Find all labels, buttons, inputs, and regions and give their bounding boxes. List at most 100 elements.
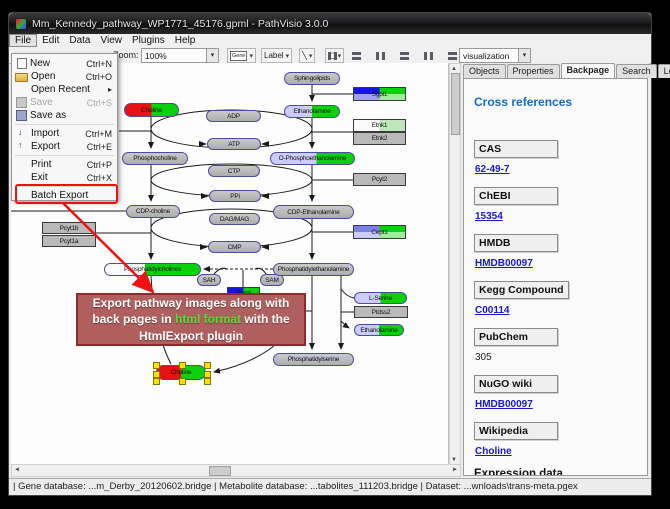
pathway-node-pcyt1a[interactable]: Pcyt1a <box>42 235 96 247</box>
selection-handle[interactable] <box>204 371 211 378</box>
scroll-left-icon[interactable]: ◄ <box>14 465 20 475</box>
menu-item-label: Open Recent <box>31 84 108 95</box>
chevron-down-icon[interactable]: ▾ <box>206 49 218 62</box>
pathway-node-ppi[interactable]: PPi <box>209 190 261 202</box>
pathway-node-cept1[interactable]: Cept1 <box>353 225 406 239</box>
distribute-horizontal-icon[interactable] <box>372 49 390 63</box>
chevron-down-icon[interactable]: ▾ <box>286 52 290 60</box>
pathway-node-pcyt1b[interactable]: Pcyt1b <box>42 222 96 234</box>
save-as-icon <box>16 110 27 121</box>
pathway-node-cmp[interactable]: CMP <box>208 241 261 253</box>
file-menu-item-import[interactable]: ImportCtrl+M <box>12 127 117 140</box>
pathway-node-ptdss2[interactable]: Ptdss2 <box>354 306 408 318</box>
file-menu-item-new[interactable]: NewCtrl+N <box>12 57 117 70</box>
common-width-icon[interactable] <box>420 49 438 63</box>
pathway-node-etnk1[interactable]: Etnk1 <box>353 119 406 132</box>
pathway-node-ethanolamine[interactable]: Ethanolamine <box>354 324 404 336</box>
menu-item-label: New <box>30 58 86 69</box>
line-icon: ╲ <box>302 51 307 60</box>
title-bar[interactable]: Mm_Kennedy_pathway_WP1771_45176.gpml - P… <box>9 13 651 34</box>
cross-reference-list: CAS62-49-7ChEBI15354HMDBHMDB00097Kegg Co… <box>464 139 647 457</box>
selection-handle[interactable] <box>179 378 186 385</box>
pathway-node-l-serine[interactable]: L-Serine <box>354 292 407 304</box>
distribute-vertical-icon[interactable] <box>396 49 414 63</box>
tab-legend[interactable]: Legend <box>658 64 670 78</box>
menu-shortcut: Ctrl+X <box>87 173 112 183</box>
pathway-node-choline[interactable]: Choline <box>124 103 179 117</box>
selection-handle[interactable] <box>204 378 211 385</box>
file-menu-item-save-as[interactable]: Save as <box>12 109 117 122</box>
menu-plugins[interactable]: Plugins <box>127 35 170 47</box>
annotation-callout: Export pathway images along with back pa… <box>76 293 306 346</box>
pathway-node-ctp[interactable]: CTP <box>208 165 260 177</box>
blank-icon <box>15 173 28 183</box>
align-center-vertical-icon[interactable] <box>348 49 366 63</box>
selection-handle[interactable] <box>179 362 186 369</box>
menu-item-label: Print <box>31 159 87 170</box>
pathway-node-adp[interactable]: ADP <box>206 110 261 122</box>
file-menu-item-export[interactable]: ExportCtrl+E <box>12 140 117 153</box>
xref-section-chebi: ChEBI15354 <box>474 186 647 222</box>
xref-section-hmdb: HMDBHMDB00097 <box>474 233 647 269</box>
vertical-scroll-thumb[interactable] <box>451 73 460 135</box>
tab-search[interactable]: Search <box>616 64 657 78</box>
add-label-button[interactable]: Label ▾ <box>261 48 292 63</box>
tab-objects[interactable]: Objects <box>463 64 506 78</box>
zoom-combobox[interactable]: 100% ▾ <box>141 48 219 63</box>
pathvisio-window: Mm_Kennedy_pathway_WP1771_45176.gpml - P… <box>8 12 652 496</box>
pathway-node-cdp-ethanolamine[interactable]: CDP-Ethanolamine <box>273 205 354 219</box>
file-menu-item-exit[interactable]: ExitCtrl+X <box>12 171 117 184</box>
pathway-node-cdp-choline[interactable]: CDP-choline <box>126 205 180 218</box>
pathway-node-o-phosphoethanolamine[interactable]: O-Phosphoethanolamine <box>270 152 355 165</box>
align-center-horizontal-icon[interactable] <box>324 49 342 63</box>
file-menu-item-open[interactable]: OpenCtrl+O <box>12 70 117 83</box>
pathway-node-sphingolipids[interactable]: Sphingolipids <box>284 72 340 85</box>
add-line-button[interactable]: ╲ ▾ <box>299 48 315 63</box>
menu-file[interactable]: File <box>9 34 37 47</box>
menu-edit[interactable]: Edit <box>37 35 64 47</box>
pathway-node-phosphatidylcholines[interactable]: Phosphatidylcholines <box>104 263 201 276</box>
xref-link[interactable]: HMDB00097 <box>475 258 533 269</box>
add-gene-button[interactable]: Gene ▾ <box>227 48 256 63</box>
pathway-node-atp[interactable]: ATP <box>207 138 261 150</box>
xref-link[interactable]: Choline <box>475 446 512 457</box>
pathway-node-phosphocholine[interactable]: Phosphocholine <box>122 152 188 165</box>
xref-link[interactable]: C00114 <box>475 305 509 316</box>
tab-backpage[interactable]: Backpage <box>561 63 616 78</box>
pathway-node-phosphatidylethanolamine[interactable]: Phosphatidylethanolamine <box>273 263 354 276</box>
selection-handle[interactable] <box>153 371 160 378</box>
pathway-node-pcyt2[interactable]: Pcyt2 <box>353 173 406 186</box>
chevron-down-icon[interactable]: ▾ <box>309 52 313 60</box>
scroll-right-icon[interactable]: ► <box>452 465 458 475</box>
file-menu-item-open-recent[interactable]: Open Recent▸ <box>12 83 117 96</box>
selection-handle[interactable] <box>153 378 160 385</box>
canvas-horizontal-scrollbar[interactable]: ◄ ► <box>11 464 461 477</box>
xref-link[interactable]: HMDB00097 <box>475 399 533 410</box>
chevron-down-icon[interactable]: ▾ <box>249 52 253 60</box>
menu-bar: FileEditDataViewPluginsHelp <box>9 34 651 48</box>
menu-help[interactable]: Help <box>170 35 201 47</box>
pathway-node-sgpl1[interactable]: Sgpl1 <box>353 87 406 101</box>
menu-view[interactable]: View <box>95 35 127 47</box>
visualization-combobox[interactable]: visualization ▾ <box>459 48 531 63</box>
file-menu-item-print[interactable]: PrintCtrl+P <box>12 158 117 171</box>
selection-handle[interactable] <box>204 362 211 369</box>
chevron-down-icon[interactable]: ▾ <box>518 49 530 62</box>
menu-data[interactable]: Data <box>64 35 95 47</box>
xref-link[interactable]: 62-49-7 <box>475 164 509 175</box>
menu-shortcut: Ctrl+N <box>86 59 112 69</box>
menu-item-label: Exit <box>31 172 87 183</box>
blank-icon <box>15 160 28 170</box>
selection-handle[interactable] <box>153 362 160 369</box>
canvas-vertical-scrollbar[interactable]: ▲ ▼ <box>449 63 461 466</box>
pathway-node-dag-mag[interactable]: DAG/MAG <box>209 213 260 225</box>
horizontal-scroll-thumb[interactable] <box>209 466 231 476</box>
pathway-node-ethanolamine[interactable]: Ethanolamine <box>284 105 340 118</box>
file-menu-item-save[interactable]: SaveCtrl+S <box>12 96 117 109</box>
pathway-node-sah[interactable]: SAH <box>197 274 221 286</box>
pathway-node-phosphatidylserine[interactable]: Phosphatidylserine <box>273 353 354 366</box>
pathway-node-etnk2[interactable]: Etnk2 <box>353 132 406 145</box>
tab-properties[interactable]: Properties <box>507 64 560 78</box>
backpage-panel[interactable]: Cross references CAS62-49-7ChEBI15354HMD… <box>463 78 648 476</box>
xref-link[interactable]: 15354 <box>475 211 503 222</box>
